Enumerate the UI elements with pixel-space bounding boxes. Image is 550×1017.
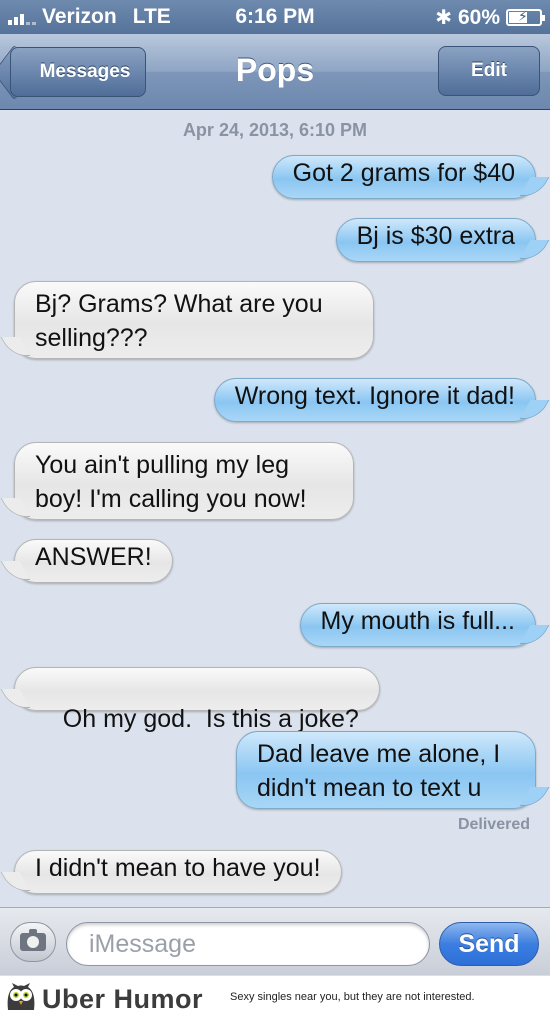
edit-button[interactable]: Edit	[438, 46, 540, 96]
back-button-label: Messages	[39, 61, 131, 82]
footer-tagline: Sexy singles near you, but they are not …	[230, 991, 475, 1003]
message-bubble-sent[interactable]: Dad leave me alone, I didn't mean to tex…	[236, 731, 536, 809]
message-bubble-received[interactable]: Oh my god. Is this a joke?	[14, 667, 380, 733]
message-text: Bj? Grams? What are you selling???	[35, 290, 323, 352]
send-button[interactable]: Send	[439, 922, 539, 966]
message-text: Bj is $30 extra	[356, 222, 515, 250]
battery-percent: 60%	[457, 5, 500, 29]
bluetooth-icon: ✱	[435, 7, 452, 29]
watermark-footer: Uber Humor Sexy singles near you, but th…	[0, 975, 550, 1017]
message-bubble-received[interactable]: You ain't pulling my leg boy! I'm callin…	[14, 442, 354, 520]
message-bubble-sent[interactable]: Bj is $30 extra	[335, 218, 536, 262]
message-text: Dad leave me alone, I didn't mean to tex…	[257, 740, 501, 802]
message-thread[interactable]: Apr 24, 2013, 6:10 PM Got 2 grams for $4…	[0, 110, 550, 907]
status-bar: Verizon LTE 6:16 PM ✱ 60% ⚡	[0, 0, 550, 34]
message-text: Wrong text. Ignore it dad!	[234, 382, 515, 410]
message-bubble-sent[interactable]: Wrong text. Ignore it dad!	[213, 378, 536, 422]
brand-name: Uber Humor	[42, 984, 204, 1014]
battery-icon: ⚡	[506, 8, 545, 26]
compose-bar: iMessage Send	[0, 907, 550, 975]
message-text: Got 2 grams for $40	[292, 159, 515, 187]
message-text: My mouth is full...	[320, 607, 516, 635]
message-input[interactable]: iMessage	[66, 922, 430, 966]
status-right: ✱ 60% ⚡	[435, 5, 545, 30]
message-text: I didn't mean to have you!	[35, 854, 321, 882]
message-bubble-received[interactable]: Bj? Grams? What are you selling???	[14, 281, 374, 359]
delivered-status: Delivered	[457, 816, 530, 833]
charging-icon: ⚡	[518, 8, 528, 24]
message-bubble-sent[interactable]: Got 2 grams for $40	[271, 155, 536, 199]
message-bubble-received[interactable]: I didn't mean to have you!	[14, 850, 342, 894]
message-text: You ain't pulling my leg boy! I'm callin…	[35, 451, 307, 513]
camera-icon	[20, 929, 46, 951]
conversation-timestamp: Apr 24, 2013, 6:10 PM	[182, 120, 368, 140]
message-text: ANSWER!	[35, 543, 152, 571]
message-text: Oh my god. Is this a joke?	[62, 705, 359, 733]
camera-button[interactable]	[10, 922, 56, 962]
message-bubble-received[interactable]: ANSWER!	[14, 539, 173, 583]
back-button[interactable]: Messages	[10, 47, 146, 97]
message-bubble-sent[interactable]: My mouth is full...	[299, 603, 536, 647]
navigation-bar: Messages Pops Edit	[0, 34, 550, 110]
owl-logo-icon	[7, 983, 35, 1010]
